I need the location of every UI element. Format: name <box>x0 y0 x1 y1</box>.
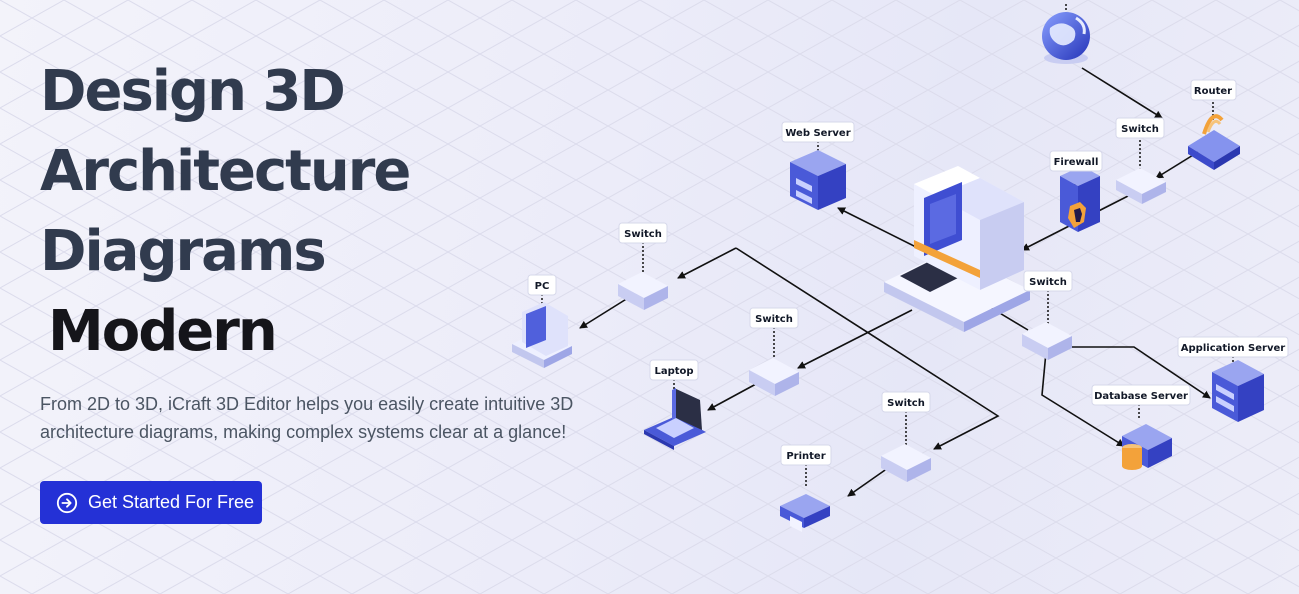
switch-bottom-icon[interactable] <box>881 444 931 482</box>
svg-text:Router: Router <box>1194 86 1232 97</box>
label-switch-mid: Switch <box>749 307 799 329</box>
application-server-icon[interactable] <box>1212 360 1264 422</box>
laptop-icon[interactable] <box>644 388 706 450</box>
svg-text:Switch: Switch <box>1029 277 1067 288</box>
switch-right-icon[interactable] <box>1022 322 1072 360</box>
label-database-server: Database Server <box>1091 384 1191 406</box>
label-switch-bottom: Switch <box>881 391 931 413</box>
architecture-diagram: Web Server Router Switch Firewall Switch… <box>512 4 1289 532</box>
label-application-server: Application Server <box>1177 336 1289 358</box>
label-stems <box>541 4 1234 488</box>
label-laptop: Laptop <box>649 359 699 381</box>
svg-text:Switch: Switch <box>624 229 662 240</box>
central-computer-icon[interactable] <box>884 166 1030 332</box>
svg-text:Switch: Switch <box>755 314 793 325</box>
switch-left-icon[interactable] <box>618 272 668 310</box>
label-pc: PC <box>527 274 557 296</box>
svg-text:Application Server: Application Server <box>1181 343 1285 354</box>
svg-text:Database Server: Database Server <box>1094 391 1188 402</box>
firewall-icon[interactable] <box>1060 166 1100 232</box>
printer-icon[interactable] <box>780 494 830 532</box>
switch-mid-icon[interactable] <box>749 358 799 396</box>
svg-text:Printer: Printer <box>786 451 825 462</box>
globe-icon[interactable] <box>1042 12 1090 64</box>
web-server-icon[interactable] <box>790 150 846 210</box>
svg-text:Laptop: Laptop <box>654 366 693 377</box>
database-server-icon[interactable] <box>1122 424 1172 470</box>
label-switch-right: Switch <box>1023 270 1073 292</box>
svg-text:Switch: Switch <box>1121 124 1159 135</box>
svg-text:PC: PC <box>535 281 550 292</box>
label-switch-left: Switch <box>618 222 668 244</box>
label-firewall: Firewall <box>1049 150 1103 172</box>
router-icon[interactable] <box>1188 114 1240 170</box>
label-switch-top: Switch <box>1115 117 1165 139</box>
label-printer: Printer <box>780 444 832 466</box>
pc-icon[interactable] <box>512 302 572 368</box>
svg-text:Firewall: Firewall <box>1054 157 1099 168</box>
label-web-server: Web Server <box>781 121 855 143</box>
svg-text:Switch: Switch <box>887 398 925 409</box>
svg-text:Web Server: Web Server <box>785 128 850 139</box>
label-router: Router <box>1190 79 1237 101</box>
